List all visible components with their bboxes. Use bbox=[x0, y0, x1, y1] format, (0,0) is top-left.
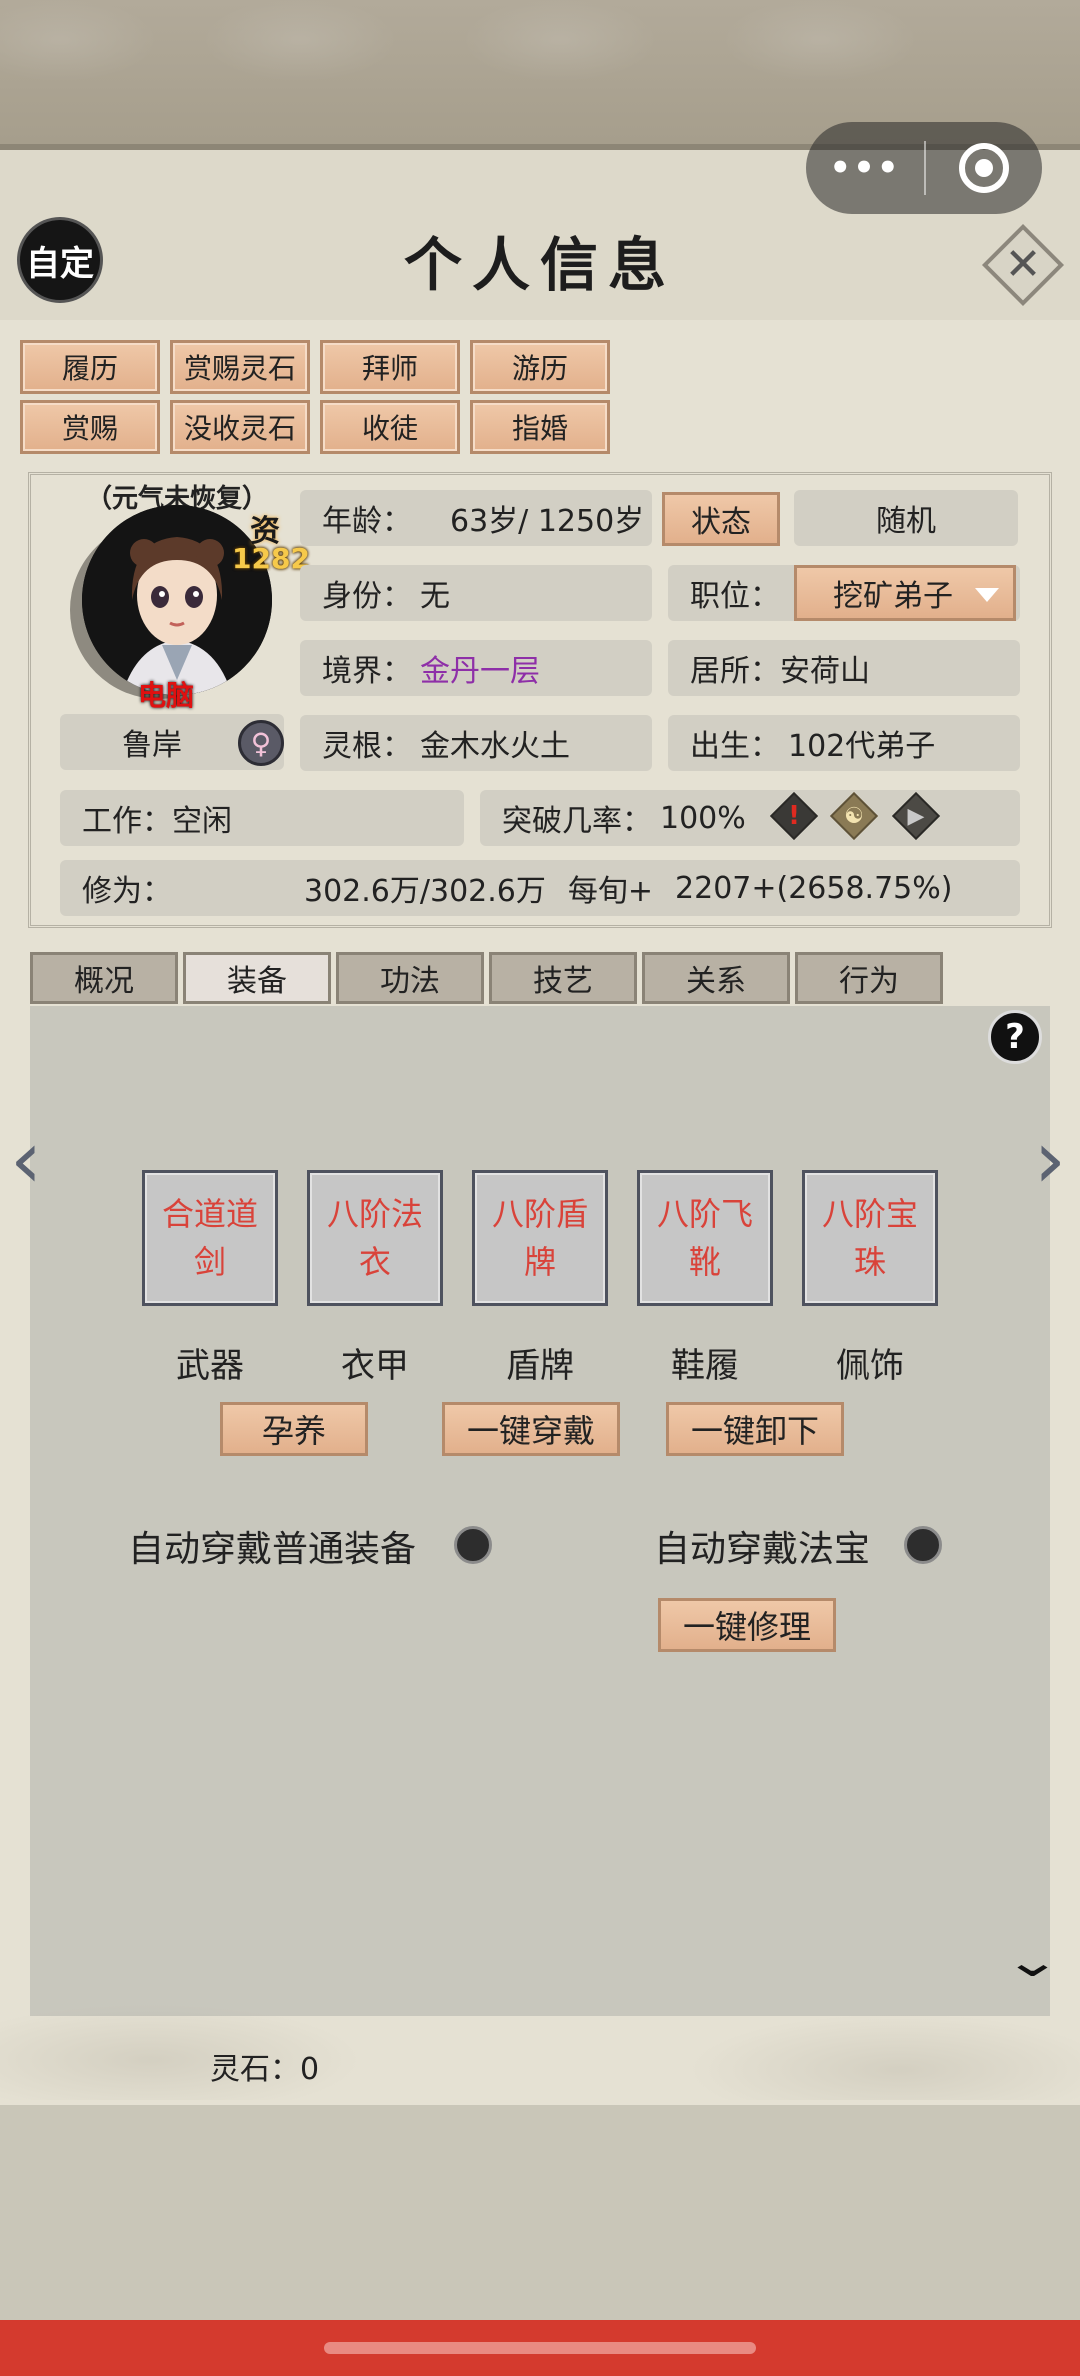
aptitude-value: 1282 bbox=[232, 542, 310, 575]
weapon-label: 武器 bbox=[176, 1346, 244, 1386]
boots-slot[interactable]: 八阶飞靴 bbox=[637, 1170, 773, 1306]
more-icon[interactable]: ••• bbox=[806, 148, 924, 188]
warning-icon[interactable]: ! bbox=[769, 791, 819, 841]
next-arrow-icon[interactable]: › bbox=[1030, 1120, 1070, 1200]
accessory-label: 佩饰 bbox=[836, 1346, 904, 1386]
accessory-item: 八阶宝珠 bbox=[821, 1195, 918, 1281]
state-button[interactable]: 状态 bbox=[662, 492, 780, 546]
spirit-root-field: 灵根： 金木水火土 bbox=[300, 715, 652, 771]
tab-behavior[interactable]: 行为 bbox=[795, 952, 943, 1004]
mini-program-capsule: ••• bbox=[806, 122, 1042, 214]
auto-normal-toggle[interactable] bbox=[454, 1526, 492, 1564]
position-dropdown[interactable]: 挖矿弟子 bbox=[794, 565, 1016, 621]
weapon-item: 合道道剑 bbox=[161, 1195, 258, 1281]
repair-all-button[interactable]: 一键修理 bbox=[658, 1598, 836, 1652]
prev-arrow-icon[interactable]: ‹ bbox=[6, 1120, 46, 1200]
realm-field: 境界： 金丹一层 bbox=[300, 640, 652, 696]
tab-relations[interactable]: 关系 bbox=[642, 952, 790, 1004]
armor-label: 衣甲 bbox=[341, 1346, 409, 1386]
realm-value: 金丹一层 bbox=[420, 654, 540, 689]
page-title: 个人信息 bbox=[403, 231, 676, 299]
close-icon: ✕ bbox=[1004, 239, 1042, 290]
per-round-value: 2207+(2658.75%) bbox=[675, 870, 953, 906]
meditate-icon[interactable]: ☯ bbox=[829, 791, 879, 841]
realm-label: 境界： bbox=[322, 654, 412, 689]
controller-tag: 电脑 bbox=[138, 679, 195, 712]
avatar-portrait bbox=[82, 505, 272, 695]
help-icon[interactable]: ? bbox=[988, 1010, 1042, 1064]
weapon-slot[interactable]: 合道道剑 bbox=[142, 1170, 278, 1306]
spirit-root-label: 灵根： bbox=[322, 729, 412, 764]
auto-normal-label: 自动穿戴普通装备 bbox=[128, 1529, 417, 1570]
tab-overview[interactable]: 概况 bbox=[30, 952, 178, 1004]
breakthrough-value: 100% bbox=[660, 800, 746, 836]
tab-equipment[interactable]: 装备 bbox=[183, 952, 331, 1004]
age-label: 年龄： bbox=[322, 504, 412, 539]
home-indicator[interactable] bbox=[324, 2342, 756, 2354]
character-name: 鲁岸 bbox=[122, 728, 182, 763]
position-value: 挖矿弟子 bbox=[833, 579, 953, 614]
spirit-stone-count: 灵石：0 bbox=[210, 2052, 320, 2087]
take-disciple-button[interactable]: 收徒 bbox=[320, 400, 460, 454]
reward-button[interactable]: 赏赐 bbox=[20, 400, 160, 454]
shield-item: 八阶盾牌 bbox=[491, 1195, 588, 1281]
identity-label: 身份： bbox=[322, 579, 412, 614]
cultivation-label: 修为： bbox=[82, 874, 172, 909]
position-label: 职位： bbox=[690, 579, 780, 614]
collapse-icon[interactable]: ⌄ bbox=[1003, 1940, 1062, 1984]
birth-label: 出生： bbox=[690, 729, 780, 764]
breakthrough-label: 突破几率： bbox=[502, 804, 652, 839]
bottom-area bbox=[0, 2105, 1080, 2320]
shield-label: 盾牌 bbox=[506, 1346, 574, 1386]
boots-item: 八阶飞靴 bbox=[656, 1195, 753, 1281]
female-icon: ♀ bbox=[238, 720, 284, 766]
accessory-slot[interactable]: 八阶宝珠 bbox=[802, 1170, 938, 1306]
age-value: 63岁/ 1250岁 bbox=[450, 504, 645, 539]
birth-field: 出生： 102代弟子 bbox=[668, 715, 1020, 771]
cultivation-field: 修为： 302.6万/302.6万 每旬+ 2207+(2658.75%) bbox=[60, 860, 1020, 916]
nurture-button[interactable]: 孕养 bbox=[220, 1402, 368, 1456]
avatar[interactable] bbox=[82, 505, 272, 695]
reward-stone-button[interactable]: 赏赐灵石 bbox=[170, 340, 310, 394]
identity-value: 无 bbox=[420, 579, 450, 614]
armor-item: 八阶法衣 bbox=[326, 1195, 423, 1281]
random-button[interactable]: 随机 bbox=[794, 490, 1018, 546]
spirit-root-value: 金木水火土 bbox=[420, 729, 570, 764]
close-button[interactable]: ✕ bbox=[981, 223, 1065, 307]
armor-slot[interactable]: 八阶法衣 bbox=[307, 1170, 443, 1306]
tab-skills[interactable]: 技艺 bbox=[489, 952, 637, 1004]
unequip-all-button[interactable]: 一键卸下 bbox=[666, 1402, 844, 1456]
auto-treasure-toggle[interactable] bbox=[904, 1526, 942, 1564]
exit-icon[interactable] bbox=[926, 143, 1042, 193]
equip-all-button[interactable]: 一键穿戴 bbox=[442, 1402, 620, 1456]
work-field: 工作：空闲 bbox=[60, 790, 464, 846]
residence-field: 居所：安荷山 bbox=[668, 640, 1020, 696]
confiscate-stone-button[interactable]: 没收灵石 bbox=[170, 400, 310, 454]
play-icon[interactable]: ▶ bbox=[891, 791, 941, 841]
cultivation-value: 302.6万/302.6万 bbox=[304, 874, 546, 909]
birth-value: 102代弟子 bbox=[788, 729, 936, 764]
equipment-panel bbox=[30, 1006, 1050, 2016]
shield-slot[interactable]: 八阶盾牌 bbox=[472, 1170, 608, 1306]
tab-techniques[interactable]: 功法 bbox=[336, 952, 484, 1004]
apprentice-button[interactable]: 拜师 bbox=[320, 340, 460, 394]
chevron-down-icon bbox=[975, 588, 999, 602]
marriage-button[interactable]: 指婚 bbox=[470, 400, 610, 454]
auto-treasure-label: 自动穿戴法宝 bbox=[654, 1529, 871, 1570]
travel-button[interactable]: 游历 bbox=[470, 340, 610, 394]
per-round-label: 每旬+ bbox=[567, 874, 654, 909]
history-button[interactable]: 履历 bbox=[20, 340, 160, 394]
age-field: 年龄： 63岁/ 1250岁 bbox=[300, 490, 652, 546]
identity-field: 身份： 无 bbox=[300, 565, 652, 621]
boots-label: 鞋履 bbox=[671, 1346, 739, 1386]
